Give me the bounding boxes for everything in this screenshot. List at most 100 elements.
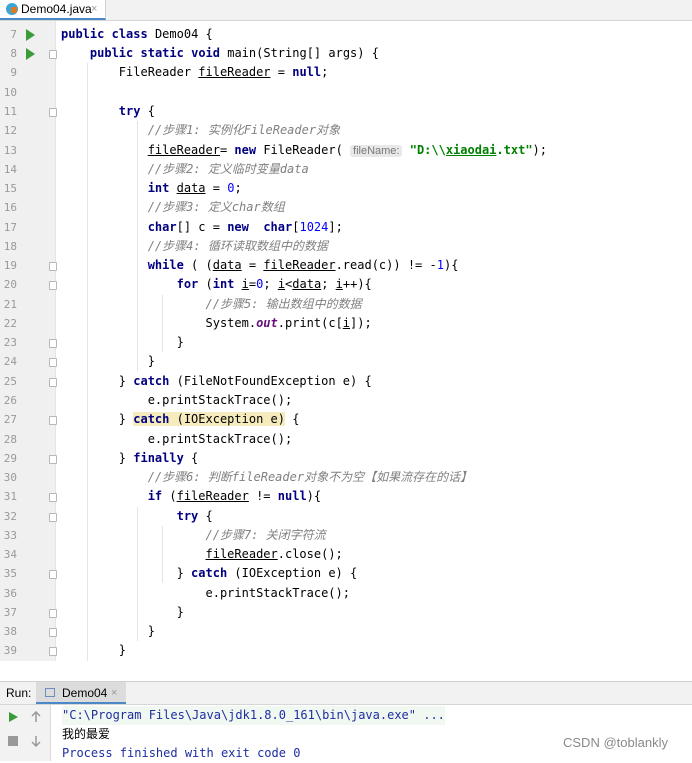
fold-icon[interactable] <box>49 455 57 464</box>
line-number: 29 <box>3 452 17 465</box>
code-line: //步骤4: 循环读取数组中的数据 <box>147 239 328 253</box>
code-line: fileReader.close(); <box>205 547 343 561</box>
fold-icon[interactable] <box>49 108 57 117</box>
line-number: 32 <box>3 510 17 523</box>
code-line: System.out.print(c[i]); <box>61 316 372 330</box>
tab-label: Demo04.java <box>21 2 92 16</box>
line-number: 16 <box>3 201 17 214</box>
console-exit-line: Process finished with exit code 0 <box>62 746 301 760</box>
line-number: 11 <box>3 105 17 118</box>
code-line: e.printStackTrace(); <box>61 393 293 407</box>
code-line: public class Demo04 { <box>61 27 213 41</box>
fold-icon[interactable] <box>49 493 57 502</box>
editor-tab-bar: Demo04.java × <box>0 0 692 21</box>
run-tab-label: Demo04 <box>62 686 108 700</box>
line-number: 23 <box>3 336 17 349</box>
code-line: } <box>61 643 127 657</box>
fold-icon[interactable] <box>49 609 57 618</box>
fold-icon[interactable] <box>49 262 57 271</box>
line-number: 38 <box>3 625 17 638</box>
line-number: 14 <box>3 163 17 176</box>
code-line: } catch (IOException e) { <box>61 566 358 580</box>
line-number: 7 <box>10 28 17 41</box>
fold-icon[interactable] <box>49 570 57 579</box>
line-number: 27 <box>3 413 17 426</box>
line-number: 12 <box>3 124 17 137</box>
fold-icon[interactable] <box>49 416 57 425</box>
code-line: //步骤5: 输出数组中的数据 <box>205 297 362 311</box>
fold-icon[interactable] <box>49 513 57 522</box>
line-number: 17 <box>3 221 17 234</box>
code-line: } catch (FileNotFoundException e) { <box>61 374 372 388</box>
line-number: 13 <box>3 144 17 157</box>
run-label: Run: <box>6 686 32 700</box>
line-number: 9 <box>10 66 17 79</box>
code-line: FileReader fileReader = null; <box>61 65 329 79</box>
console-output-line: 我的最爱 <box>62 727 111 741</box>
line-number: 10 <box>3 86 17 99</box>
code-line: int data = 0; <box>147 181 242 195</box>
code-line: } <box>61 624 155 638</box>
line-number: 24 <box>3 355 17 368</box>
line-number: 35 <box>3 567 17 580</box>
code-line: while ( (data = fileReader.read(c)) != -… <box>147 258 459 272</box>
line-number: 25 <box>3 375 17 388</box>
rerun-icon[interactable] <box>7 711 19 723</box>
code-line: public static void main(String[] args) { <box>89 46 379 60</box>
code-line: try { <box>118 104 155 118</box>
code-line: //步骤7: 关闭字符流 <box>205 528 326 542</box>
line-number: 36 <box>3 587 17 600</box>
code-line: for (int i=0; i<data; i++){ <box>176 277 372 291</box>
line-number: 33 <box>3 529 17 542</box>
code-line: } <box>61 354 155 368</box>
fold-icon[interactable] <box>49 647 57 656</box>
close-tab-icon[interactable]: × <box>91 0 97 19</box>
run-class-icon[interactable] <box>26 29 35 41</box>
java-class-icon <box>6 3 18 15</box>
code-line: try { <box>176 509 213 523</box>
stop-icon[interactable] <box>7 735 19 747</box>
code-line: //步骤1: 实例化FileReader对象 <box>147 123 341 137</box>
run-tab-bar: Run: Demo04 × <box>0 682 692 705</box>
editor-gutter: 7 8 9 10 11 12 13 14 15 16 17 18 19 20 2… <box>0 21 57 661</box>
line-number: 34 <box>3 548 17 561</box>
line-number: 31 <box>3 490 17 503</box>
tab-demo04-java[interactable]: Demo04.java × <box>0 0 106 20</box>
line-number: 22 <box>3 317 17 330</box>
run-toolbar <box>0 705 51 761</box>
code-line: //步骤2: 定义临时变量data <box>147 162 309 176</box>
console-command-line: "C:\Program Files\Java\jdk1.8.0_161\bin\… <box>62 706 445 725</box>
line-number: 18 <box>3 240 17 253</box>
code-line: } finally { <box>61 451 199 465</box>
code-line: e.printStackTrace(); <box>61 586 350 600</box>
line-number: 30 <box>3 471 17 484</box>
code-line: //步骤6: 判断fileReader对象不为空【如果流存在的话】 <box>147 470 473 484</box>
code-editor[interactable]: 7 8 9 10 11 12 13 14 15 16 17 18 19 20 2… <box>0 21 692 661</box>
code-line: //步骤3: 定义char数组 <box>147 200 285 214</box>
fold-icon[interactable] <box>49 281 57 290</box>
line-number: 19 <box>3 259 17 272</box>
fold-icon[interactable] <box>49 339 57 348</box>
arrow-up-icon[interactable] <box>30 711 42 723</box>
run-main-icon[interactable] <box>26 48 35 60</box>
close-run-tab-icon[interactable]: × <box>111 682 117 704</box>
parameter-hint: fileName: <box>350 145 403 157</box>
code-line: e.printStackTrace(); <box>61 432 293 446</box>
line-number: 15 <box>3 182 17 195</box>
line-number: 8 <box>10 47 17 60</box>
code-line: } catch (IOException e) { <box>61 412 300 426</box>
fold-icon[interactable] <box>49 358 57 367</box>
fold-icon[interactable] <box>49 378 57 387</box>
line-number: 37 <box>3 606 17 619</box>
code-line: char[] c = new char[1024]; <box>147 220 343 234</box>
fold-icon[interactable] <box>49 50 57 59</box>
code-line: } <box>61 605 184 619</box>
line-number: 20 <box>3 278 17 291</box>
line-number: 39 <box>3 644 17 657</box>
arrow-down-icon[interactable] <box>30 735 42 747</box>
line-number: 26 <box>3 394 17 407</box>
line-number: 28 <box>3 433 17 446</box>
run-tab-demo04[interactable]: Demo04 × <box>36 682 126 704</box>
console-icon <box>45 688 55 697</box>
fold-icon[interactable] <box>49 628 57 637</box>
